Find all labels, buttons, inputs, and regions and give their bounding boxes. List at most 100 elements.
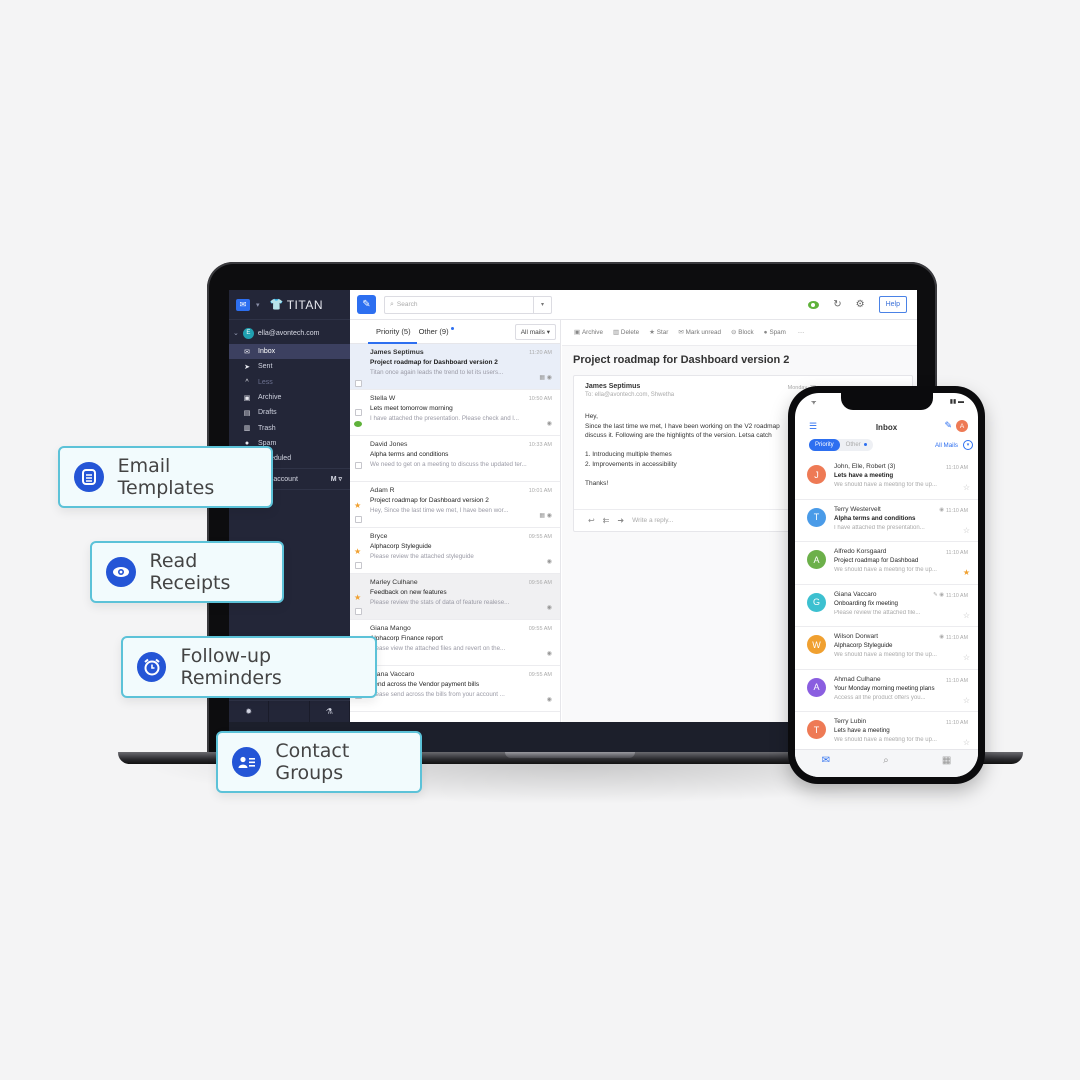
mail-preview: We should have a meeting for the up... bbox=[834, 482, 937, 488]
feature-label: Read Receipts bbox=[149, 550, 231, 594]
star-icon[interactable]: ☆ bbox=[963, 738, 970, 747]
search-options-dropdown[interactable]: ▾ bbox=[533, 296, 551, 313]
filter-icon[interactable]: ▾ bbox=[963, 440, 973, 450]
mail-list-item[interactable]: ★ Adam R Project roadmap for Dashboard v… bbox=[350, 482, 560, 528]
mail-list-item[interactable]: James Septimus Project roadmap for Dashb… bbox=[350, 344, 560, 390]
star-icon[interactable]: ☆ bbox=[963, 696, 970, 705]
mail-list-item[interactable]: Giana Mango Alphacorp Finance report Ple… bbox=[350, 620, 560, 666]
battery-signal-icon: ▮▮ ▬ bbox=[949, 399, 964, 405]
star-icon[interactable]: ★ bbox=[354, 547, 361, 556]
sidebar-item-inbox[interactable]: ✉ Inbox bbox=[229, 344, 350, 360]
reply-icon[interactable]: ↩ bbox=[588, 516, 595, 525]
bug-icon[interactable]: ✹ bbox=[229, 701, 270, 722]
delete-icon: ▥ bbox=[612, 329, 619, 336]
mail-status-icons: ▦ ◉ bbox=[539, 375, 552, 381]
archive-icon: ▣ bbox=[243, 394, 251, 402]
select-checkbox[interactable] bbox=[355, 608, 362, 615]
calendar-tab-icon[interactable]: ▦ bbox=[942, 755, 951, 766]
mail-list-item[interactable]: Giana Vaccaro Send across the Vendor pay… bbox=[350, 666, 560, 712]
select-checkbox[interactable] bbox=[355, 516, 362, 523]
mobile-mail-item[interactable]: A Ahmad Culhane Your Monday morning meet… bbox=[795, 670, 978, 712]
mail-list-item[interactable]: ★ Bryce Alphacorp Styleguide Please revi… bbox=[350, 528, 560, 574]
read-receipt-icon bbox=[354, 421, 362, 427]
settings-gear-icon[interactable]: ⚙ bbox=[856, 299, 865, 310]
compose-icon: ✎ bbox=[362, 299, 371, 310]
mail-list-item[interactable]: Stella W Lets meet tomorrow morning I ha… bbox=[350, 390, 560, 436]
mail-filter-dropdown[interactable]: All mails ▾ bbox=[514, 323, 556, 340]
mail-preview: Access all the product offers you... bbox=[834, 694, 926, 701]
refresh-icon[interactable]: ↻ bbox=[833, 299, 841, 310]
mail-preview: Please review the stats of data of featu… bbox=[370, 599, 510, 606]
star-icon[interactable]: ★ bbox=[354, 501, 361, 510]
forward-icon[interactable]: ➜ bbox=[617, 516, 624, 525]
all-mails-dropdown[interactable]: All Mails bbox=[935, 442, 958, 449]
filter-other[interactable]: Other bbox=[840, 439, 873, 451]
mobile-tab-bar: ✉ ⌕ ▦ bbox=[795, 749, 978, 777]
reply-input[interactable]: Write a reply... bbox=[632, 517, 673, 524]
star-icon[interactable]: ☆ bbox=[963, 483, 970, 492]
star-icon[interactable]: ☆ bbox=[963, 653, 970, 662]
help-button[interactable]: Help bbox=[878, 296, 907, 313]
sidebar-item-drafts[interactable]: ▤ Drafts bbox=[229, 405, 350, 420]
titan-logo: 👕 TITAN bbox=[270, 298, 323, 312]
mobile-mail-item[interactable]: G Giana Vaccaro Onboarding fix meeting P… bbox=[795, 585, 978, 627]
hamburger-menu-icon[interactable]: ☰ bbox=[809, 421, 817, 432]
search-tab-icon[interactable]: ⌕ bbox=[883, 755, 889, 766]
app-name: TITAN bbox=[286, 297, 323, 312]
action-delete[interactable]: ▥ Delete bbox=[613, 329, 639, 336]
action-star[interactable]: ★ Star bbox=[649, 329, 668, 336]
action-spam[interactable]: ● Spam bbox=[764, 329, 786, 336]
mail-subject: Feedback on new features bbox=[370, 589, 447, 596]
read-receipt-eye-icon[interactable] bbox=[808, 300, 820, 309]
sidebar-item-archive[interactable]: ▣ Archive bbox=[229, 390, 350, 405]
chevron-up-icon: ^ bbox=[245, 378, 249, 386]
mobile-filter-toggle: Priority Other bbox=[809, 439, 873, 451]
select-checkbox[interactable] bbox=[355, 562, 362, 569]
action-label: Star bbox=[656, 329, 669, 336]
feature-card-follow-up-reminders: Follow-up Reminders bbox=[121, 636, 377, 698]
tab-priority[interactable]: Priority (5) bbox=[350, 327, 417, 344]
mail-time: 10:50 AM bbox=[528, 396, 552, 402]
filter-priority[interactable]: Priority bbox=[809, 439, 840, 451]
sidebar-item-label: Sent bbox=[258, 363, 273, 371]
sidebar-item-trash[interactable]: ▥ Trash bbox=[229, 420, 350, 435]
action-mark-unread[interactable]: ✉ Mark unread bbox=[678, 329, 721, 336]
sidebar-item-less[interactable]: ^ Less bbox=[229, 375, 350, 390]
top-toolbar: ✎ ⌕ Search ▾ ↻ ⚙ Help bbox=[350, 290, 917, 320]
star-icon[interactable]: ★ bbox=[354, 593, 361, 602]
account-email: ella@avontech.com bbox=[257, 329, 320, 337]
inbox-icon: ✉ bbox=[244, 348, 250, 356]
star-icon[interactable]: ☆ bbox=[963, 526, 970, 535]
mobile-mail-item[interactable]: T Terry Westervelt Alpha terms and condi… bbox=[795, 500, 978, 542]
action-archive[interactable]: ▣ Archive bbox=[574, 329, 603, 336]
star-icon[interactable]: ★ bbox=[963, 568, 970, 577]
mail-list-item[interactable]: ★ Marley Culhane Feedback on new feature… bbox=[350, 574, 560, 620]
mail-list-item[interactable]: David Jones Alpha terms and conditions W… bbox=[350, 436, 560, 482]
compose-icon[interactable]: ✎ bbox=[944, 420, 952, 431]
sender-avatar: A bbox=[807, 550, 826, 569]
sidebar-item-sent[interactable]: ➤ Sent bbox=[229, 359, 350, 374]
feature-label: Follow-up Reminders bbox=[180, 645, 282, 689]
select-checkbox[interactable] bbox=[355, 409, 362, 416]
lab-flask-icon[interactable]: ⚗ bbox=[310, 701, 350, 722]
star-icon[interactable]: ☆ bbox=[963, 611, 970, 620]
sent-icon: ➤ bbox=[244, 363, 250, 371]
mobile-mail-item[interactable]: J John, Elle, Robert (3) Lets have a mee… bbox=[795, 457, 978, 500]
chevron-down-icon[interactable]: ▾ bbox=[256, 301, 260, 309]
reply-all-icon[interactable]: ⇇ bbox=[603, 516, 610, 525]
compose-button[interactable]: ✎ bbox=[357, 295, 376, 314]
mail-tab-icon[interactable]: ✉ bbox=[822, 755, 830, 766]
action-block[interactable]: ⊖ Block bbox=[731, 329, 754, 336]
user-avatar[interactable]: A bbox=[956, 420, 968, 432]
mail-app-icon[interactable]: ✉ bbox=[236, 298, 250, 311]
tab-other[interactable]: Other (9) bbox=[411, 327, 454, 336]
select-checkbox[interactable] bbox=[355, 462, 362, 469]
search-box[interactable]: ⌕ Search ▾ bbox=[384, 295, 552, 314]
select-checkbox[interactable] bbox=[355, 380, 362, 387]
mobile-mail-item[interactable]: W Wilson Dorwart Alphacorp Styleguide We… bbox=[795, 627, 978, 670]
search-input[interactable]: Search bbox=[397, 301, 533, 308]
more-actions-button[interactable]: ··· bbox=[796, 329, 804, 336]
mobile-mail-item[interactable]: A Alfredo Korsgaard Project roadmap for … bbox=[795, 542, 978, 585]
account-switcher[interactable]: ⌄ E ella@avontech.com bbox=[229, 322, 350, 344]
action-label: Mark unread bbox=[685, 329, 721, 336]
